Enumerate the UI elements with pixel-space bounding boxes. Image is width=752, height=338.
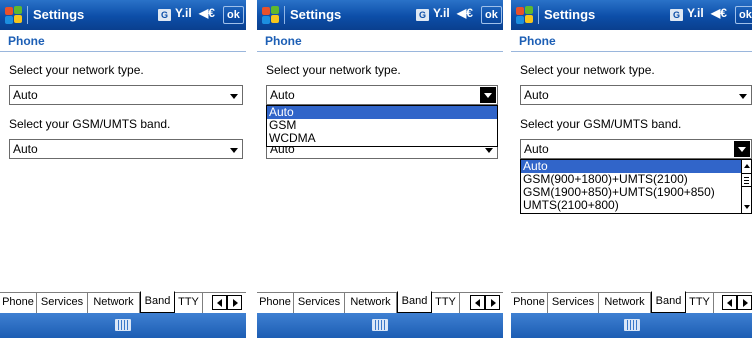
tab-services[interactable]: Services [294, 293, 345, 313]
tab-network[interactable]: Network [345, 293, 397, 313]
scroll-right-arrow-icon[interactable] [485, 295, 500, 310]
data-connection-g-indicator[interactable]: G [670, 9, 683, 21]
menu-bar [257, 313, 503, 338]
network-type-combo[interactable]: Auto [520, 85, 752, 105]
speaker-icon[interactable]: ◀€ [457, 6, 473, 20]
tab-strip: Phone Services Network Band TTY [0, 291, 246, 313]
chevron-down-icon[interactable] [739, 94, 747, 99]
tab-network[interactable]: Network [88, 293, 140, 313]
network-type-label: Select your network type. [520, 63, 655, 77]
title-bar: Settings G Y.il ◀€ ok [257, 0, 503, 30]
band-combo[interactable]: Auto [9, 139, 243, 159]
dropdown-scrollbar[interactable] [741, 160, 751, 213]
page-heading: Phone [519, 34, 556, 48]
band-dropdown-list: Auto GSM(900+1800)+UMTS(2100) GSM(1900+8… [520, 159, 752, 214]
start-menu-icon[interactable] [261, 5, 281, 25]
heading-divider [257, 51, 503, 52]
network-type-value: Auto [524, 88, 549, 102]
menu-bar [0, 313, 246, 338]
network-type-combo[interactable]: Auto [9, 85, 243, 105]
band-label: Select your GSM/UMTS band. [520, 117, 682, 131]
keyboard-icon[interactable] [372, 319, 388, 331]
tab-phone[interactable]: Phone [0, 293, 37, 313]
tab-tty[interactable]: TTY [175, 293, 203, 313]
data-connection-g-indicator[interactable]: G [158, 9, 171, 21]
chevron-down-icon[interactable] [230, 94, 238, 99]
scroll-thumb[interactable] [742, 173, 751, 187]
antenna-signal-icon[interactable]: Y.il [433, 6, 450, 20]
tab-phone[interactable]: Phone [257, 293, 294, 313]
antenna-signal-icon[interactable]: Y.il [687, 6, 704, 20]
heading-divider [511, 51, 752, 52]
tab-strip: Phone Services Network Band TTY [257, 291, 503, 313]
window-title: Settings [544, 7, 596, 22]
chevron-down-icon[interactable] [480, 87, 496, 103]
speaker-icon[interactable]: ◀€ [199, 6, 215, 20]
start-menu-icon[interactable] [515, 5, 535, 25]
tab-tty[interactable]: TTY [432, 293, 460, 313]
dropdown-option-auto[interactable]: Auto [267, 106, 497, 119]
title-separator [538, 6, 539, 24]
tab-phone[interactable]: Phone [511, 293, 548, 313]
phone-settings-screen-1: Settings G Y.il ◀€ ok Phone Select your … [0, 0, 246, 338]
band-combo[interactable]: Auto [520, 139, 752, 159]
window-title: Settings [33, 7, 85, 22]
ok-button[interactable]: ok [223, 6, 244, 24]
phone-settings-screen-3: Settings G Y.il ◀€ ok Phone Select your … [511, 0, 752, 338]
ok-button[interactable]: ok [735, 6, 752, 24]
band-label: Select your GSM/UMTS band. [9, 117, 171, 131]
network-type-value: Auto [270, 88, 295, 102]
chevron-down-icon[interactable] [734, 141, 750, 157]
window-title: Settings [290, 7, 342, 22]
speaker-icon[interactable]: ◀€ [711, 6, 727, 20]
keyboard-icon[interactable] [624, 319, 640, 331]
tab-network[interactable]: Network [599, 293, 651, 313]
title-separator [27, 6, 28, 24]
band-value: Auto [524, 142, 549, 156]
scroll-left-arrow-icon[interactable] [722, 295, 737, 310]
tab-tty[interactable]: TTY [686, 293, 714, 313]
title-separator [284, 6, 285, 24]
tab-strip: Phone Services Network Band TTY [511, 291, 752, 313]
scroll-left-arrow-icon[interactable] [212, 295, 227, 310]
page-heading: Phone [8, 34, 45, 48]
dropdown-option-wcdma[interactable]: WCDMA [267, 132, 497, 145]
scroll-right-arrow-icon[interactable] [737, 295, 752, 310]
scroll-up-arrow-icon[interactable] [744, 164, 750, 168]
tab-band[interactable]: Band [397, 291, 432, 313]
tab-services[interactable]: Services [548, 293, 599, 313]
scroll-down-arrow-icon[interactable] [744, 205, 750, 209]
scroll-right-arrow-icon[interactable] [227, 295, 242, 310]
data-connection-g-indicator[interactable]: G [416, 9, 429, 21]
heading-divider [0, 51, 246, 52]
antenna-signal-icon[interactable]: Y.il [175, 6, 192, 20]
network-type-dropdown-list: Auto GSM WCDMA [266, 105, 498, 147]
scroll-left-arrow-icon[interactable] [470, 295, 485, 310]
tab-band[interactable]: Band [651, 291, 686, 313]
dropdown-option-band-3[interactable]: UMTS(2100+800) [521, 199, 751, 212]
network-type-combo[interactable]: Auto [266, 85, 498, 105]
network-type-value: Auto [13, 88, 38, 102]
start-menu-icon[interactable] [4, 5, 24, 25]
chevron-down-icon[interactable] [485, 148, 493, 153]
network-type-label: Select your network type. [266, 63, 401, 77]
title-bar: Settings G Y.il ◀€ ok [0, 0, 246, 30]
chevron-down-icon[interactable] [230, 148, 238, 153]
band-value: Auto [13, 142, 38, 156]
page-heading: Phone [265, 34, 302, 48]
title-bar: Settings G Y.il ◀€ ok [511, 0, 752, 30]
tab-band[interactable]: Band [140, 291, 175, 313]
ok-button[interactable]: ok [481, 6, 502, 24]
menu-bar [511, 313, 752, 338]
network-type-label: Select your network type. [9, 63, 144, 77]
keyboard-icon[interactable] [115, 319, 131, 331]
phone-settings-screen-2: Settings G Y.il ◀€ ok Phone Select your … [257, 0, 503, 338]
tab-services[interactable]: Services [37, 293, 88, 313]
